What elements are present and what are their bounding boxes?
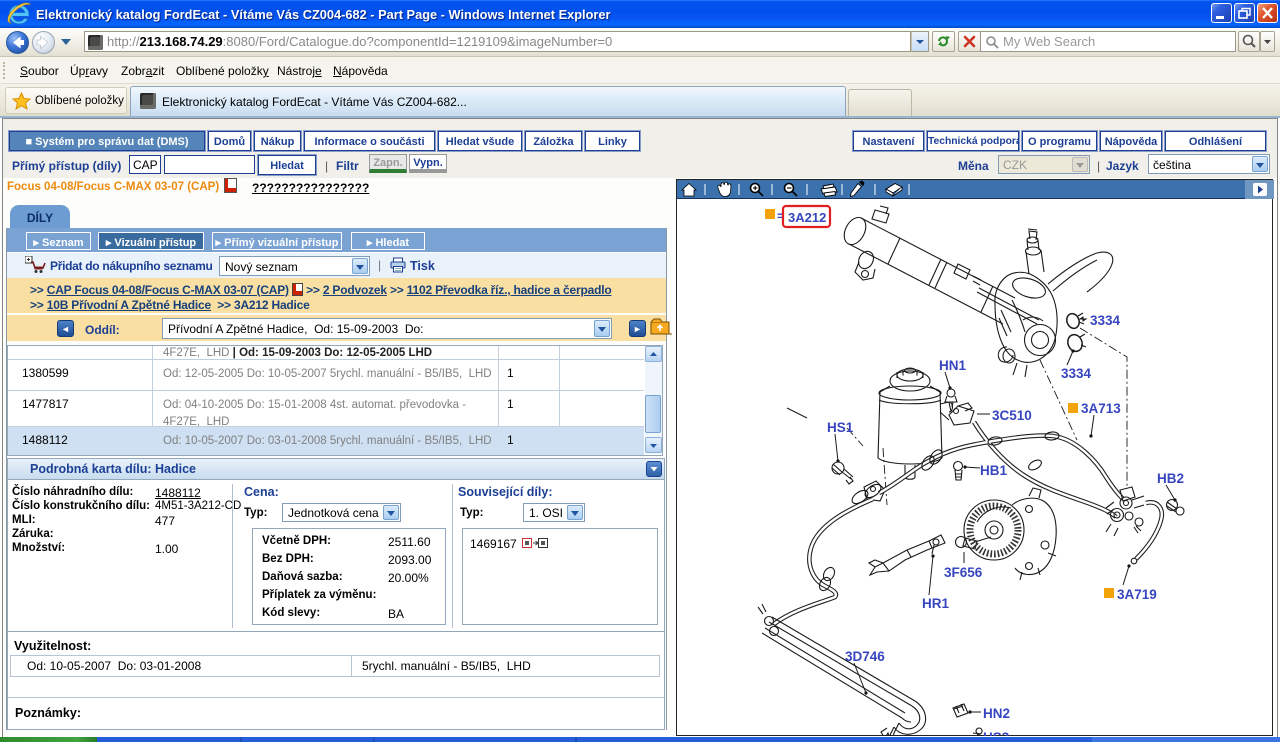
svg-text:HN2: HN2 — [983, 706, 1010, 721]
svg-text:3A212: 3A212 — [788, 210, 826, 225]
svg-text:3F656: 3F656 — [944, 565, 983, 580]
svg-text:3C510: 3C510 — [992, 408, 1032, 423]
svg-text:HS3: HS3 — [983, 730, 1010, 736]
svg-text:3D746: 3D746 — [845, 649, 885, 664]
svg-text:HB2: HB2 — [1157, 471, 1184, 486]
svg-text:HN1: HN1 — [939, 358, 966, 373]
svg-text:3A719: 3A719 — [1117, 587, 1157, 602]
svg-text:HB1: HB1 — [980, 463, 1007, 478]
svg-text:HS1: HS1 — [827, 420, 854, 435]
svg-text:3334: 3334 — [1061, 366, 1092, 381]
svg-text:HR1: HR1 — [922, 596, 949, 611]
svg-text:3A713: 3A713 — [1081, 401, 1121, 416]
svg-text:3334: 3334 — [1090, 313, 1121, 328]
